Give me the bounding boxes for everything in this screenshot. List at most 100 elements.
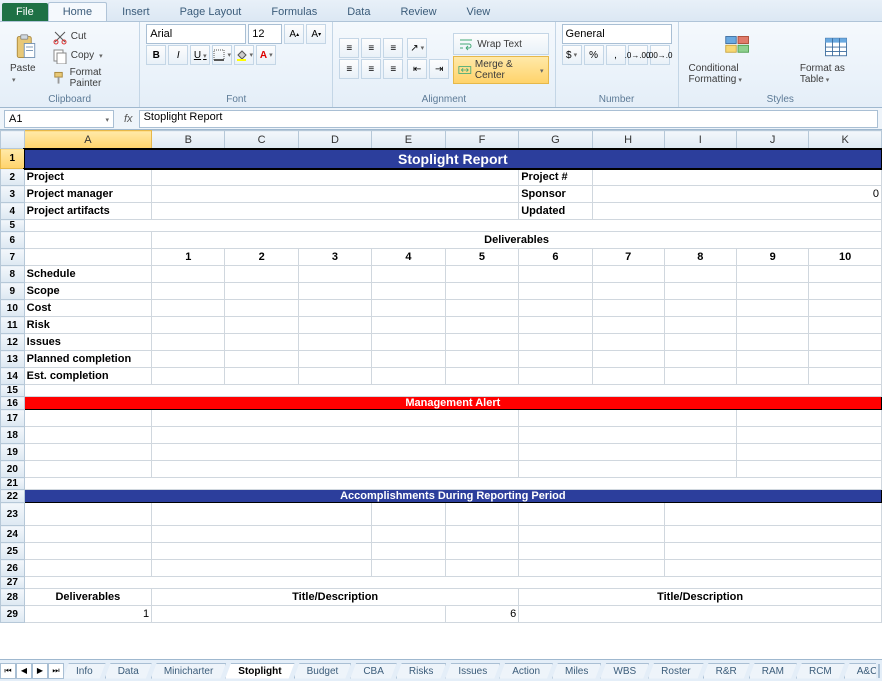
row-header-9[interactable]: 9: [1, 283, 25, 300]
cell-A12[interactable]: Issues: [24, 334, 151, 351]
delivnum-3[interactable]: 3: [298, 249, 371, 266]
deliverables-header[interactable]: Deliverables: [152, 232, 882, 249]
tab-data[interactable]: Data: [332, 2, 385, 21]
col-header-E[interactable]: E: [372, 131, 446, 149]
cell-A13[interactable]: Planned completion: [24, 351, 151, 368]
formula-input[interactable]: Stoplight Report: [139, 110, 878, 128]
tab-home[interactable]: Home: [48, 2, 107, 21]
sheet-nav-last[interactable]: ⏭: [48, 663, 64, 679]
orientation-button[interactable]: ↗: [407, 38, 427, 58]
sheet-tab-stoplight[interactable]: Stoplight: [225, 663, 294, 679]
border-button[interactable]: [212, 45, 232, 65]
sheet-tab-action[interactable]: Action: [499, 663, 553, 679]
sheet-tab-ram[interactable]: RAM: [749, 663, 797, 679]
align-left-button[interactable]: ≡: [339, 59, 359, 79]
cell-A29[interactable]: 1: [24, 606, 151, 623]
cell-B10[interactable]: [152, 300, 225, 317]
cell-A7[interactable]: [24, 249, 151, 266]
cut-button[interactable]: Cut: [50, 28, 134, 46]
cell-A6[interactable]: [24, 232, 151, 249]
decrease-font-button[interactable]: A▾: [306, 24, 326, 44]
tab-insert[interactable]: Insert: [107, 2, 165, 21]
acc-title[interactable]: Accomplishments During Reporting Period: [24, 490, 881, 503]
cell-A11[interactable]: Risk: [24, 317, 151, 334]
delivnum-4[interactable]: 4: [372, 249, 446, 266]
acc-hdr-id[interactable]: ID: [24, 503, 151, 526]
sheet-tab-r&r[interactable]: R&R: [703, 663, 750, 679]
row-header-29[interactable]: 29: [1, 606, 25, 623]
row-header-4[interactable]: 4: [1, 203, 25, 220]
row-header-15[interactable]: 15: [1, 385, 25, 397]
row-header-5[interactable]: 5: [1, 220, 25, 232]
sheet-tab-miles[interactable]: Miles: [552, 663, 601, 679]
copy-button[interactable]: Copy: [50, 47, 134, 65]
delivnum-5[interactable]: 5: [445, 249, 518, 266]
mgmt-hdr-action[interactable]: Action Plan: [519, 410, 737, 427]
cell-A10[interactable]: Cost: [24, 300, 151, 317]
cell-B2[interactable]: [152, 169, 519, 186]
increase-decimal-button[interactable]: .0→.00: [628, 45, 648, 65]
wrap-text-button[interactable]: Wrap Text: [453, 33, 548, 55]
cell-G2[interactable]: Project #: [519, 169, 592, 186]
delivnum-2[interactable]: 2: [225, 249, 298, 266]
row-header-2[interactable]: 2: [1, 169, 25, 186]
cell-G4[interactable]: Updated: [519, 203, 592, 220]
cell-B3[interactable]: [152, 186, 519, 203]
font-color-button[interactable]: A: [256, 45, 276, 65]
cell-G3[interactable]: Sponsor: [519, 186, 592, 203]
row-header-23[interactable]: 23: [1, 503, 25, 526]
cell-A9[interactable]: Scope: [24, 283, 151, 300]
cell-A21[interactable]: [24, 478, 881, 490]
row-header-27[interactable]: 27: [1, 577, 25, 589]
title-cell[interactable]: Stoplight Report: [24, 149, 881, 169]
spreadsheet-grid[interactable]: A B C D E F G H I J K 1Stoplight Report …: [0, 130, 882, 659]
row-header-8[interactable]: 8: [1, 266, 25, 283]
align-top-button[interactable]: ≡: [339, 38, 359, 58]
row-header-18[interactable]: 18: [1, 427, 25, 444]
merge-center-button[interactable]: Merge & Center: [453, 56, 548, 84]
format-as-table-button[interactable]: Format as Table: [796, 31, 876, 87]
row-header-21[interactable]: 21: [1, 478, 25, 490]
cell-H2[interactable]: [592, 169, 881, 186]
align-right-button[interactable]: ≡: [383, 59, 403, 79]
cell-B29[interactable]: [152, 606, 446, 623]
col-header-A[interactable]: A: [24, 131, 151, 149]
mgmt-alert-title[interactable]: Management Alert: [24, 397, 881, 410]
paste-button[interactable]: Paste: [6, 31, 46, 87]
tab-formulas[interactable]: Formulas: [256, 2, 332, 21]
row-header-19[interactable]: 19: [1, 444, 25, 461]
sheet-tab-budget[interactable]: Budget: [294, 663, 352, 679]
acc-hdr-comments[interactable]: Comments: [664, 503, 881, 526]
sheet-tab-roster[interactable]: Roster: [648, 663, 703, 679]
cell-B28[interactable]: Title/Description: [152, 589, 519, 606]
row-header-22[interactable]: 22: [1, 490, 25, 503]
horizontal-scrollbar[interactable]: [878, 664, 880, 678]
fx-button[interactable]: fx: [118, 113, 139, 125]
sheet-tab-minicharter[interactable]: Minicharter: [151, 663, 226, 679]
row-header-26[interactable]: 26: [1, 560, 25, 577]
sheet-nav-prev[interactable]: ◀: [16, 663, 32, 679]
cell-A14[interactable]: Est. completion: [24, 368, 151, 385]
increase-indent-button[interactable]: ⇥: [429, 59, 449, 79]
number-format-select[interactable]: [562, 24, 672, 44]
acc-hdr-planned[interactable]: Planned Completion: [372, 503, 446, 526]
delivnum-7[interactable]: 7: [592, 249, 664, 266]
delivnum-9[interactable]: 9: [736, 249, 808, 266]
tab-review[interactable]: Review: [385, 2, 451, 21]
font-size-select[interactable]: [248, 24, 282, 44]
mgmt-hdr-id[interactable]: ID: [24, 410, 151, 427]
row-header-28[interactable]: 28: [1, 589, 25, 606]
row-header-20[interactable]: 20: [1, 461, 25, 478]
row-header-7[interactable]: 7: [1, 249, 25, 266]
delivnum-8[interactable]: 8: [664, 249, 736, 266]
acc-hdr-date[interactable]: Date Completed: [445, 503, 518, 526]
col-header-F[interactable]: F: [445, 131, 518, 149]
cell-B4[interactable]: [152, 203, 519, 220]
row-header-1[interactable]: 1: [1, 149, 25, 169]
col-header-H[interactable]: H: [592, 131, 664, 149]
tab-view[interactable]: View: [452, 2, 506, 21]
cell-F29[interactable]: 6: [445, 606, 518, 623]
sheet-tab-info[interactable]: Info: [64, 663, 106, 679]
delivnum-6[interactable]: 6: [519, 249, 592, 266]
name-box[interactable]: A1: [4, 110, 114, 128]
